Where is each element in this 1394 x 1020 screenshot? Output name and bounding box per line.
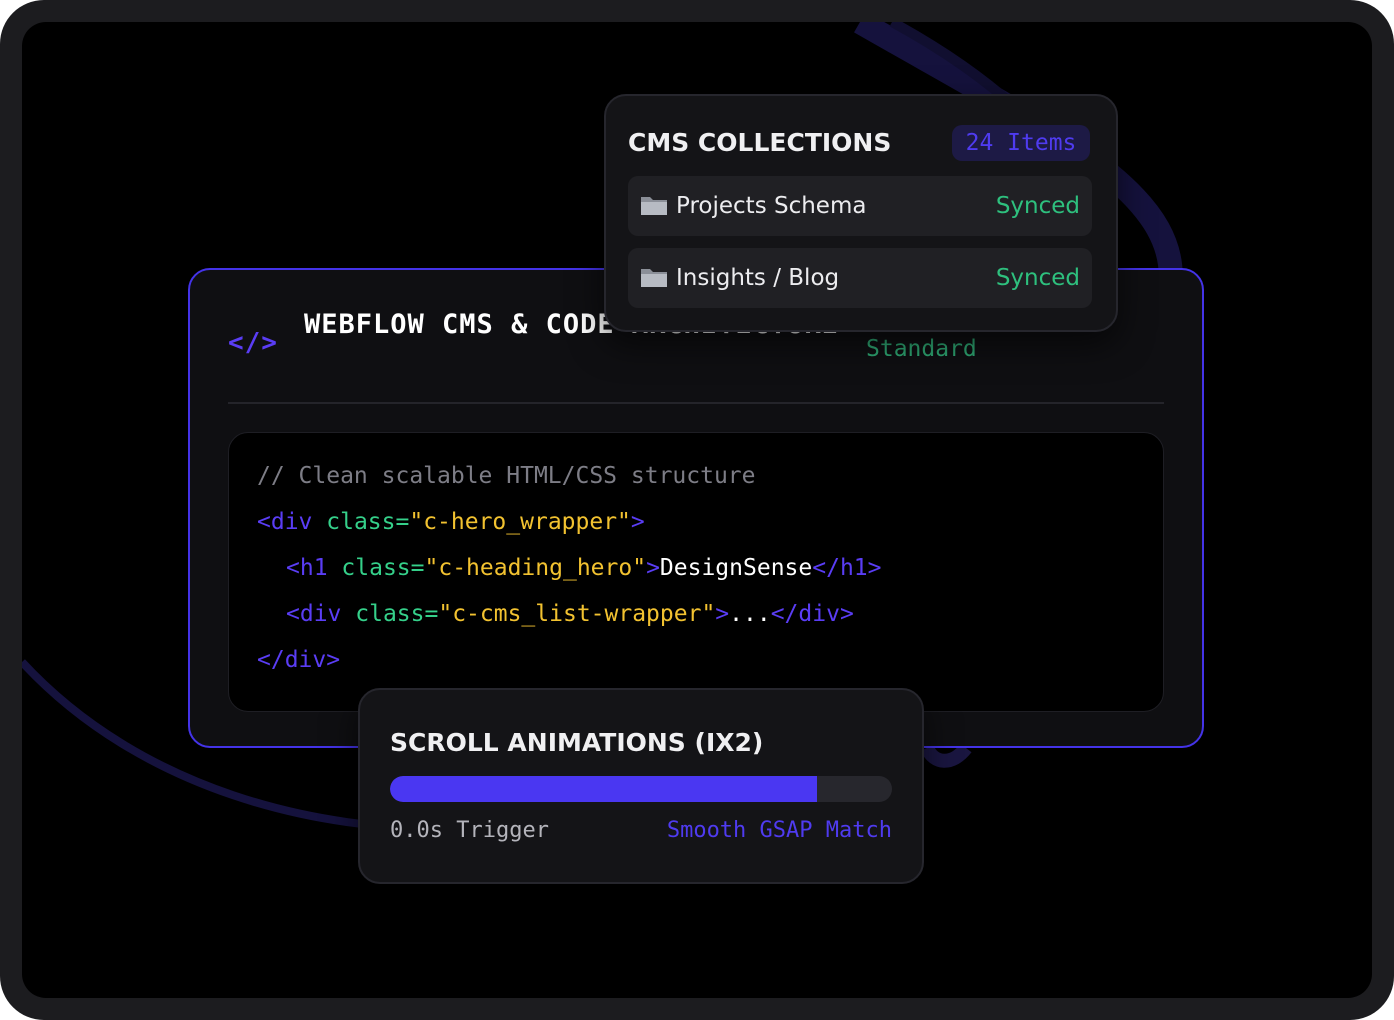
cms-row-status: Synced bbox=[995, 193, 1080, 219]
code-tag-close: > bbox=[630, 509, 645, 535]
code-attr: class= bbox=[355, 601, 439, 627]
code-string: "c-heading_hero" bbox=[424, 555, 647, 581]
code-tag-close: > bbox=[646, 555, 660, 581]
folder-icon bbox=[641, 197, 667, 215]
device-frame: </> WEBFLOW CMS & CODE ARCHITECTURE Stan… bbox=[0, 0, 1394, 1020]
folder-icon bbox=[641, 269, 667, 287]
cms-row-insights[interactable]: Insights / Blog Synced bbox=[628, 248, 1092, 308]
cms-count-badge: 24 Items bbox=[952, 125, 1090, 161]
cms-row-status: Synced bbox=[995, 265, 1080, 291]
progress-fill bbox=[390, 776, 817, 802]
code-tag-close: > bbox=[715, 601, 730, 627]
code-string: "c-hero_wrapper" bbox=[409, 509, 631, 535]
code-block: // Clean scalable HTML/CSS structure <di… bbox=[228, 432, 1164, 712]
code-text: ... bbox=[729, 601, 771, 627]
background-arc-bottom bbox=[920, 743, 972, 768]
code-line-1: <div class="c-hero_wrapper"> bbox=[257, 509, 645, 535]
screen: </> WEBFLOW CMS & CODE ARCHITECTURE Stan… bbox=[22, 22, 1372, 998]
trigger-label: 0.0s Trigger bbox=[390, 818, 549, 843]
code-line-3: <div class="c-cms_list-wrapper">...</div… bbox=[286, 601, 854, 627]
card-divider bbox=[228, 402, 1164, 404]
code-attr: class= bbox=[341, 555, 425, 581]
code-tag-end: </h1> bbox=[812, 555, 882, 581]
cms-row-name: Insights / Blog bbox=[676, 265, 840, 291]
code-line-2: <h1 class="c-heading_hero">DesignSense</… bbox=[286, 555, 882, 581]
code-comment: // Clean scalable HTML/CSS structure bbox=[257, 463, 756, 489]
code-tag-open: <div bbox=[286, 601, 342, 627]
cms-title: CMS COLLECTIONS bbox=[628, 128, 892, 157]
card-status: Standard bbox=[866, 336, 977, 362]
code-line-4: </div> bbox=[257, 647, 341, 673]
code-icon: </> bbox=[228, 328, 278, 358]
cms-row-name: Projects Schema bbox=[676, 193, 867, 219]
scroll-title: SCROLL ANIMATIONS (IX2) bbox=[390, 728, 764, 757]
code-tag-end: </div> bbox=[770, 601, 854, 627]
code-tag-open: <div bbox=[257, 509, 313, 535]
code-attr: class= bbox=[326, 509, 410, 535]
progress-track bbox=[390, 776, 892, 802]
gsap-match-label: Smooth GSAP Match bbox=[666, 818, 892, 843]
cms-collections-card: CMS COLLECTIONS 24 Items Projects Schema… bbox=[604, 94, 1118, 332]
cms-row-projects[interactable]: Projects Schema Synced bbox=[628, 176, 1092, 236]
webflow-architecture-card: </> WEBFLOW CMS & CODE ARCHITECTURE Stan… bbox=[188, 268, 1204, 748]
code-tag-open: <h1 bbox=[286, 555, 328, 581]
code-string: "c-cms_list-wrapper" bbox=[438, 601, 716, 627]
scroll-animations-card: SCROLL ANIMATIONS (IX2) 0.0s Trigger Smo… bbox=[358, 688, 924, 884]
code-text: DesignSense bbox=[659, 555, 813, 581]
